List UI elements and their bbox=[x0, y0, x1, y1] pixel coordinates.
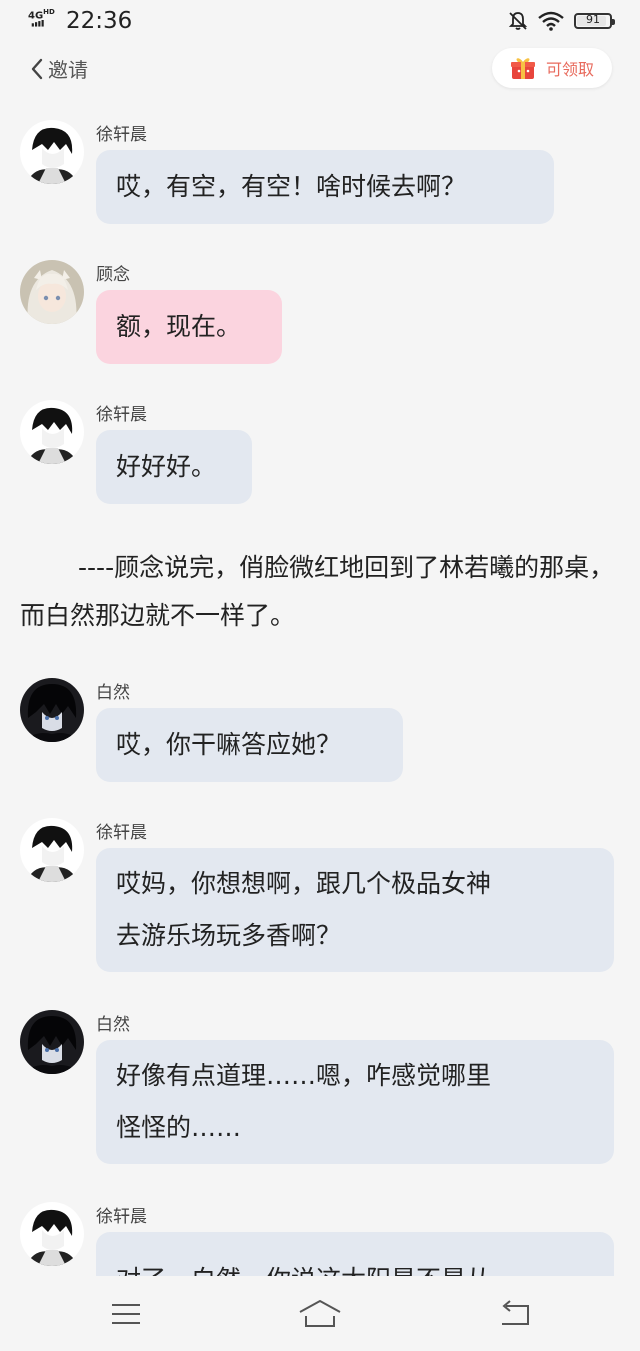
message-text: 哎，有空，有空！啥时候去啊？ bbox=[116, 172, 467, 201]
message-text: 好好好。 bbox=[116, 452, 217, 481]
message-text-line: 怪怪的…… bbox=[116, 1113, 242, 1142]
gift-box-icon bbox=[510, 58, 535, 79]
chat-message: 顾念 额，现在。 bbox=[20, 260, 620, 366]
back-label: 邀请 bbox=[48, 58, 88, 82]
message-text: 对了，白然，你说这太阳是不是从 bbox=[116, 1254, 594, 1276]
chat-message: 徐轩晨 哎，有空，有空！啥时候去啊？ bbox=[20, 120, 620, 226]
status-icons: 91 bbox=[508, 10, 615, 32]
message-text-line: 去游乐场玩多香啊？ bbox=[116, 921, 342, 950]
battery-level: 91 bbox=[586, 13, 600, 26]
chat-message: 白然 好像有点道理……嗯，咋感觉哪里 怪怪的…… bbox=[20, 1010, 620, 1168]
message-bubble[interactable]: 好好好。 bbox=[96, 430, 252, 504]
clock: 22:36 bbox=[66, 8, 133, 34]
sender-name: 徐轩晨 bbox=[96, 405, 147, 425]
message-text: 哎，你干嘛答应她？ bbox=[116, 730, 342, 759]
boy-avatar[interactable] bbox=[20, 1202, 84, 1266]
message-bubble[interactable]: 对了，白然，你说这太阳是不是从 bbox=[96, 1232, 614, 1276]
top-bar: 邀请 可领取 bbox=[0, 46, 640, 92]
girl-avatar[interactable] bbox=[20, 260, 84, 324]
system-navigation-bar bbox=[0, 1276, 640, 1351]
message-text-line: 哎妈，你想想啊，跟几个极品女神 bbox=[116, 869, 492, 898]
sender-name: 徐轩晨 bbox=[96, 1207, 147, 1227]
chat-message: 徐轩晨 对了，白然，你说这太阳是不是从 bbox=[20, 1202, 620, 1276]
back-button[interactable]: 邀请 bbox=[30, 54, 88, 83]
boy-avatar[interactable] bbox=[20, 400, 84, 464]
dark-boy-avatar[interactable] bbox=[20, 678, 84, 742]
message-text: 额，现在。 bbox=[116, 312, 242, 341]
signal-icon bbox=[31, 20, 44, 27]
wifi-icon bbox=[538, 11, 564, 31]
message-bubble[interactable]: 哎，有空，有空！啥时候去啊？ bbox=[96, 150, 554, 224]
claim-label: 可领取 bbox=[545, 60, 594, 79]
menu-icon[interactable] bbox=[106, 1298, 146, 1330]
narration-text: ----顾念说完，俏脸微红地回到了林若曦的那桌，而白然那边就不一样了。 bbox=[20, 553, 615, 630]
boy-avatar[interactable] bbox=[20, 818, 84, 882]
battery-icon: 91 bbox=[574, 13, 615, 29]
back-nav-icon[interactable] bbox=[496, 1298, 536, 1330]
chat-message: 徐轩晨 哎妈，你想想啊，跟几个极品女神 去游乐场玩多香啊？ bbox=[20, 818, 620, 976]
sender-name: 顾念 bbox=[96, 265, 130, 285]
chevron-left-icon bbox=[31, 58, 43, 79]
chat-message: 白然 哎，你干嘛答应她？ bbox=[20, 678, 620, 784]
dark-boy-avatar[interactable] bbox=[20, 1010, 84, 1074]
message-text-line: 好像有点道理……嗯，咋感觉哪里 bbox=[116, 1061, 492, 1090]
message-bubble[interactable]: 哎妈，你想想啊，跟几个极品女神 去游乐场玩多香啊？ bbox=[96, 848, 614, 972]
sender-name: 徐轩晨 bbox=[96, 125, 147, 145]
message-bubble[interactable]: 哎，你干嘛答应她？ bbox=[96, 708, 403, 782]
message-bubble[interactable]: 额，现在。 bbox=[96, 290, 282, 364]
status-bar: 4GHD 22:36 91 bbox=[0, 0, 640, 44]
boy-avatar[interactable] bbox=[20, 120, 84, 184]
chat-message: 徐轩晨 好好好。 bbox=[20, 400, 620, 506]
sender-name: 白然 bbox=[96, 1015, 130, 1035]
claim-reward-button[interactable]: 可领取 bbox=[491, 48, 612, 88]
mute-bell-icon bbox=[508, 12, 528, 30]
sender-name: 白然 bbox=[96, 683, 130, 703]
home-icon[interactable] bbox=[298, 1298, 342, 1330]
sender-name: 徐轩晨 bbox=[96, 823, 147, 843]
message-bubble[interactable]: 好像有点道理……嗯，咋感觉哪里 怪怪的…… bbox=[96, 1040, 614, 1164]
